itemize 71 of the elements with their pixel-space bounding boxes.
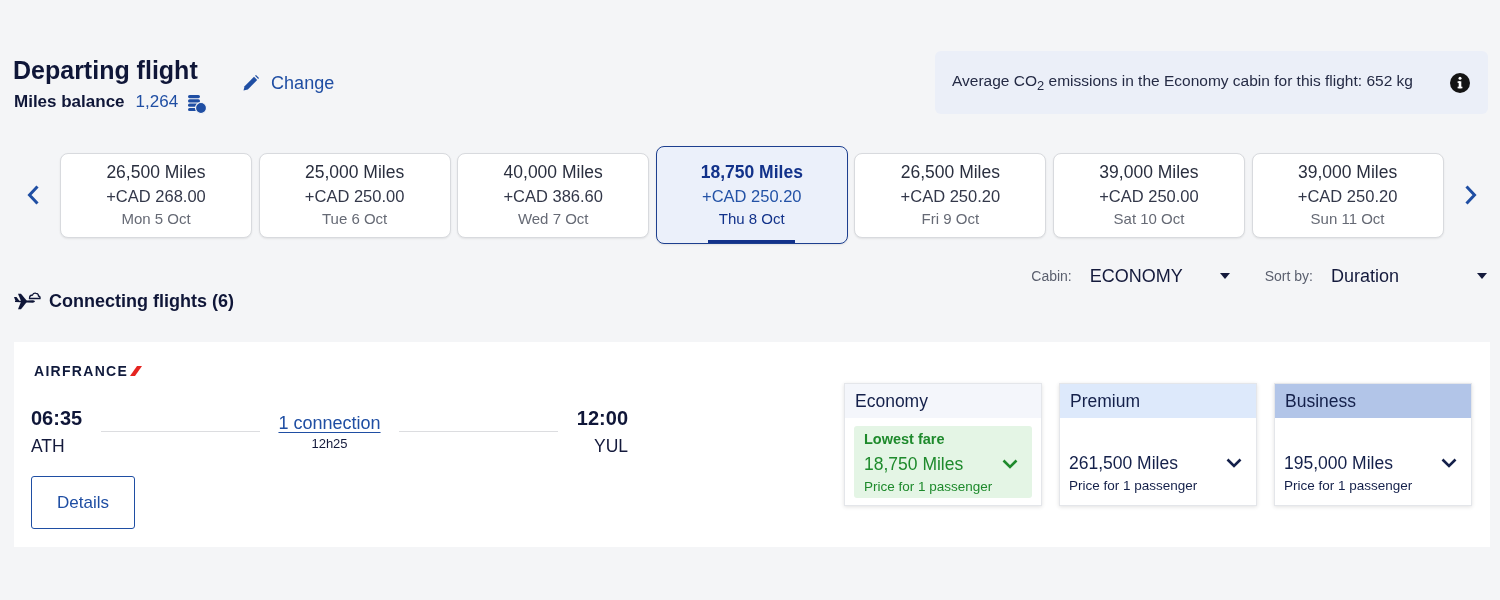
cabin-header: Economy (845, 384, 1041, 418)
fare-note: Price for 1 passenger (1284, 477, 1414, 495)
flight-duration: 12h25 (311, 435, 348, 452)
date-fare-card[interactable]: 18,750 Miles +CAD 250.20 Thu 8 Oct (655, 146, 848, 244)
caret-icon (1477, 273, 1487, 279)
stripe-icon (130, 366, 143, 376)
chevron-down-icon (1441, 458, 1457, 468)
filter-label: Sort by: (1264, 268, 1313, 284)
day-miles: 25,000 Miles (304, 161, 405, 183)
day-price: +CAD 268.00 (106, 186, 206, 207)
arrival-airport: YUL (593, 435, 628, 457)
date-fare-card[interactable]: 26,500 Miles +CAD 268.00 Mon 5 Oct (60, 152, 252, 238)
page-title: Departing flight (13, 55, 199, 85)
lowest-fare-label: Lowest fare (864, 430, 946, 449)
caret-icon (1219, 273, 1230, 279)
details-button[interactable]: Details (31, 476, 135, 529)
plane-icon (14, 291, 41, 311)
day-date: Thu 8 Oct (718, 209, 785, 228)
chevron-left-icon (27, 185, 39, 205)
day-miles: 26,500 Miles (900, 161, 1000, 183)
filter-dropdown[interactable]: ECONOMY (1089, 262, 1230, 290)
day-date: Tue 6 Oct (321, 210, 388, 228)
date-fare-card[interactable]: 25,000 Miles +CAD 250.00 Tue 6 Oct (258, 152, 451, 238)
emissions-text: Average CO$_{2}$ emissions in the Economy cabin for this flight: 652 kg (952, 71, 1413, 94)
fare-note: Price for 1 passenger (1069, 477, 1199, 495)
date-fare-card[interactable]: 39,000 Miles +CAD 250.00 Sat 10 Oct (1052, 152, 1245, 238)
day-miles: 39,000 Miles (1297, 161, 1398, 183)
day-miles: 40,000 Miles (503, 161, 603, 183)
fare-card[interactable]: Business 195,000 Miles Price for 1 passenger (1274, 383, 1472, 506)
airline-logo-text: AIRFRANCE (34, 363, 129, 379)
date-fare-card[interactable]: 26,500 Miles +CAD 250.20 Fri 9 Oct (854, 152, 1047, 238)
day-price: +CAD 250.20 (702, 185, 802, 207)
day-price: +CAD 250.20 (1297, 186, 1398, 207)
chevron-down-icon (1226, 458, 1242, 468)
filter-dropdown[interactable]: Duration (1331, 262, 1487, 290)
day-miles: 39,000 Miles (1099, 161, 1199, 183)
arrival-time: 12:00 (576, 406, 628, 430)
date-fare-card[interactable]: 39,000 Miles +CAD 250.20 Sun 11 Oct (1251, 152, 1444, 238)
fare-miles: 261,500 Miles (1069, 452, 1178, 474)
day-date: Wed 7 Oct (517, 210, 589, 228)
day-date: Sat 10 Oct (1113, 210, 1185, 228)
fare-note: Price for 1 passenger (864, 478, 994, 496)
fare-miles: 18,750 Miles (864, 453, 964, 475)
coins-icon (187, 94, 208, 114)
day-miles: 26,500 Miles (106, 161, 206, 183)
date-fare-card[interactable]: 40,000 Miles +CAD 386.60 Wed 7 Oct (457, 152, 650, 238)
cabin-header: Business (1275, 384, 1471, 418)
info-icon[interactable] (1450, 72, 1470, 93)
filter-label: Cabin: (1031, 268, 1072, 284)
miles-balance-label: Miles balance (14, 92, 125, 112)
fare-card[interactable]: Economy Lowest fare 18,750 Miles Price for 1 passenger (844, 383, 1042, 506)
departure-time: 06:35 (31, 406, 83, 430)
cabin-header: Premium (1060, 384, 1256, 418)
connection-link[interactable]: 1 connection (278, 411, 381, 434)
chevron-down-icon (1002, 459, 1018, 469)
change-link[interactable]: Change (243, 70, 335, 96)
day-date: Mon 5 Oct (121, 210, 191, 228)
pencil-icon (243, 75, 260, 91)
day-date: Fri 9 Oct (921, 210, 980, 228)
day-price: +CAD 386.60 (503, 186, 603, 207)
day-miles: 18,750 Miles (700, 160, 803, 183)
fare-miles: 195,000 Miles (1284, 452, 1393, 474)
chevron-right-icon (1464, 185, 1477, 205)
results-heading: Connecting flights (6) (49, 290, 234, 312)
day-price: +CAD 250.00 (304, 186, 405, 207)
fare-card[interactable]: Premium 261,500 Miles Price for 1 passenger (1059, 383, 1257, 506)
departure-airport: ATH (31, 435, 66, 457)
day-date: Sun 11 Oct (1310, 210, 1385, 228)
day-price: +CAD 250.00 (1099, 186, 1199, 207)
day-price: +CAD 250.20 (900, 186, 1001, 207)
miles-balance-value: 1,264 (135, 92, 179, 112)
